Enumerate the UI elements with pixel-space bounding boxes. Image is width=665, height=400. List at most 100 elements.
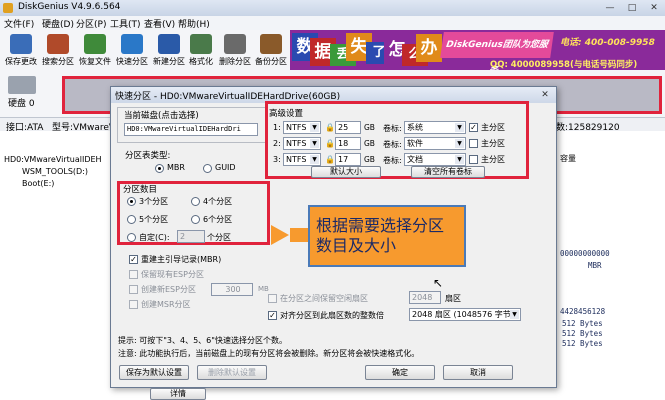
partition-1-primary-checkbox[interactable]: ✓ <box>469 123 478 132</box>
clear-labels-button[interactable]: 清空所有卷标 <box>411 166 485 178</box>
custom-count-unit: 个分区 <box>207 233 231 242</box>
count-6-radio[interactable] <box>191 215 200 224</box>
partition-1-size-input[interactable]: 25 <box>335 121 361 134</box>
disk-label: 硬盘 0 <box>8 99 35 109</box>
app-titlebar: DiskGenius V4.9.6.564 — □ ✕ <box>0 0 665 16</box>
esp-size-input[interactable]: 300 <box>211 283 253 296</box>
save-default-button[interactable]: 保存为默认设置 <box>119 365 189 380</box>
hex-line: 512 Bytes <box>562 329 603 338</box>
backup-icon <box>260 34 282 54</box>
size-lock-icon: 🔒 <box>325 123 335 132</box>
table-type-label: 分区表类型: <box>125 151 171 161</box>
recover-icon <box>84 34 106 54</box>
tree-item-hd0[interactable]: HD0:VMwareVirtualIDEH <box>4 155 102 164</box>
create-esp-checkbox[interactable] <box>129 285 138 294</box>
menu-partition[interactable]: 分区(P) <box>76 17 106 30</box>
partition-2-num: 2: <box>273 139 281 148</box>
ok-button[interactable]: 确定 <box>365 365 435 380</box>
quick-partition-button[interactable]: 快速分区 <box>113 32 151 68</box>
save-changes-button[interactable]: 保存更改 <box>2 32 40 68</box>
hex-line: MBR <box>588 261 602 270</box>
banner-brand: DiskGenius团队为您服务 <box>440 32 554 70</box>
count-3-radio[interactable] <box>127 197 136 206</box>
count-6-label: 6个分区 <box>203 215 233 224</box>
partition-2-fs-select[interactable]: NTFS ▼ <box>283 137 321 150</box>
partition-2-size-input[interactable]: 18 <box>335 137 361 150</box>
partition-1-primary-label: 主分区 <box>481 123 505 132</box>
cancel-button[interactable]: 取消 <box>443 365 513 380</box>
rebuild-mbr-label: 重建主引导记录(MBR) <box>141 255 222 264</box>
rebuild-mbr-checkbox[interactable]: ✓ <box>129 255 138 264</box>
count-4-radio[interactable] <box>191 197 200 206</box>
chevron-down-icon: ▼ <box>455 123 464 132</box>
hint-text: 提示: 可按下"3、4、5、6"快速选择分区个数。 <box>118 336 287 345</box>
minimize-button[interactable]: — <box>604 3 616 13</box>
delete-default-button[interactable]: 删除默认设置 <box>197 365 267 380</box>
partition-3-size-input[interactable]: 17 <box>335 153 361 166</box>
partition-2-primary-label: 主分区 <box>481 139 505 148</box>
annotation-callout: 根据需要选择分区 数目及大小 <box>308 205 466 267</box>
partition-3-num: 3: <box>273 155 281 164</box>
menu-file[interactable]: 文件(F) <box>4 17 34 30</box>
partition-3-primary-checkbox[interactable] <box>469 155 478 164</box>
note-text: 注意: 此功能执行后，当前磁盘上的现有分区将会被删除。新分区将会被快速格式化。 <box>118 349 420 358</box>
delete-partition-button[interactable]: 删除分区 <box>216 32 254 68</box>
recover-files-button[interactable]: 恢复文件 <box>76 32 114 68</box>
current-disk-label: 当前磁盘(点击选择) <box>124 111 199 121</box>
chevron-down-icon: ▼ <box>310 123 319 132</box>
guid-radio[interactable] <box>203 164 212 173</box>
chevron-down-icon: ▼ <box>310 155 319 164</box>
menu-bar: 文件(F) 硬盘(D) 分区(P) 工具(T) 查看(V) 帮助(H) <box>0 16 665 30</box>
hex-line: 4428456128 <box>560 307 606 316</box>
menu-tools[interactable]: 工具(T) <box>110 17 141 30</box>
close-button[interactable]: ✕ <box>648 3 660 13</box>
callout-line-1: 根据需要选择分区 <box>316 216 445 235</box>
gap-unit: 扇区 <box>445 294 461 303</box>
custom-count-input[interactable]: 2 <box>177 230 205 243</box>
current-disk-group: 当前磁盘(点击选择) HD0:VMwareVirtualIDEHardDri <box>117 107 267 143</box>
current-disk-select[interactable]: HD0:VMwareVirtualIDEHardDri <box>124 123 258 136</box>
align-checkbox[interactable]: ✓ <box>268 311 277 320</box>
count-custom-label: 自定(C): <box>139 233 170 242</box>
keep-esp-checkbox[interactable] <box>129 270 138 279</box>
count-5-radio[interactable] <box>127 215 136 224</box>
partition-3-fs-select[interactable]: NTFS ▼ <box>283 153 321 166</box>
promo-banner[interactable]: 数 据 丢 失 了 怎 么 办 DiskGenius团队为您服务 电话: 400… <box>290 30 665 70</box>
gap-sectors-input[interactable]: 2048 <box>409 291 441 304</box>
reserve-gap-checkbox[interactable] <box>268 294 277 303</box>
tree-item-boot[interactable]: Boot(E:) <box>22 179 54 188</box>
advanced-settings-label: 高级设置 <box>269 109 304 119</box>
disk-tree: HD0:VMwareVirtualIDEH WSM_TOOLS(D:) Boot… <box>0 131 111 400</box>
partition-3-vol-label: 卷标: <box>383 156 402 165</box>
backup-partition-button[interactable]: 备份分区 <box>252 32 290 68</box>
partition-3-primary-label: 主分区 <box>481 155 505 164</box>
menu-help[interactable]: 帮助(H) <box>178 17 210 30</box>
partition-1-fs-select[interactable]: NTFS ▼ <box>283 121 321 134</box>
maximize-button[interactable]: □ <box>626 3 638 13</box>
quick-partition-icon <box>121 34 143 54</box>
format-button[interactable]: 格式化 <box>182 32 220 68</box>
partition-2-primary-checkbox[interactable] <box>469 139 478 148</box>
default-size-button[interactable]: 默认大小 <box>311 166 381 178</box>
align-select[interactable]: 2048 扇区 (1048576 字节) ▼ <box>409 308 521 321</box>
count-custom-radio[interactable] <box>127 233 136 242</box>
menu-disk[interactable]: 硬盘(D) <box>42 17 74 30</box>
partition-2-name-select[interactable]: 软件 ▼ <box>404 137 466 150</box>
tree-item-wsm[interactable]: WSM_TOOLS(D:) <box>22 167 88 176</box>
search-partition-button[interactable]: 搜索分区 <box>39 32 77 68</box>
count-4-label: 4个分区 <box>203 197 233 206</box>
chevron-down-icon: ▼ <box>455 155 464 164</box>
mbr-radio[interactable] <box>155 164 164 173</box>
partition-3-size-unit: GB <box>364 155 375 164</box>
new-partition-icon <box>158 34 180 54</box>
size-lock-icon: 🔒 <box>325 139 335 148</box>
create-esp-label: 创建新ESP分区 <box>141 285 196 294</box>
partition-3-name-select[interactable]: 文档 ▼ <box>404 153 466 166</box>
dialog-close-button[interactable]: ✕ <box>539 90 551 100</box>
menu-view[interactable]: 查看(V) <box>144 17 175 30</box>
guid-label: GUID <box>215 163 236 172</box>
mouse-cursor-icon: ↖ <box>433 276 444 290</box>
create-msr-checkbox[interactable] <box>129 300 138 309</box>
detail-button[interactable]: 详情 <box>150 388 206 400</box>
partition-1-name-select[interactable]: 系统 ▼ <box>404 121 466 134</box>
